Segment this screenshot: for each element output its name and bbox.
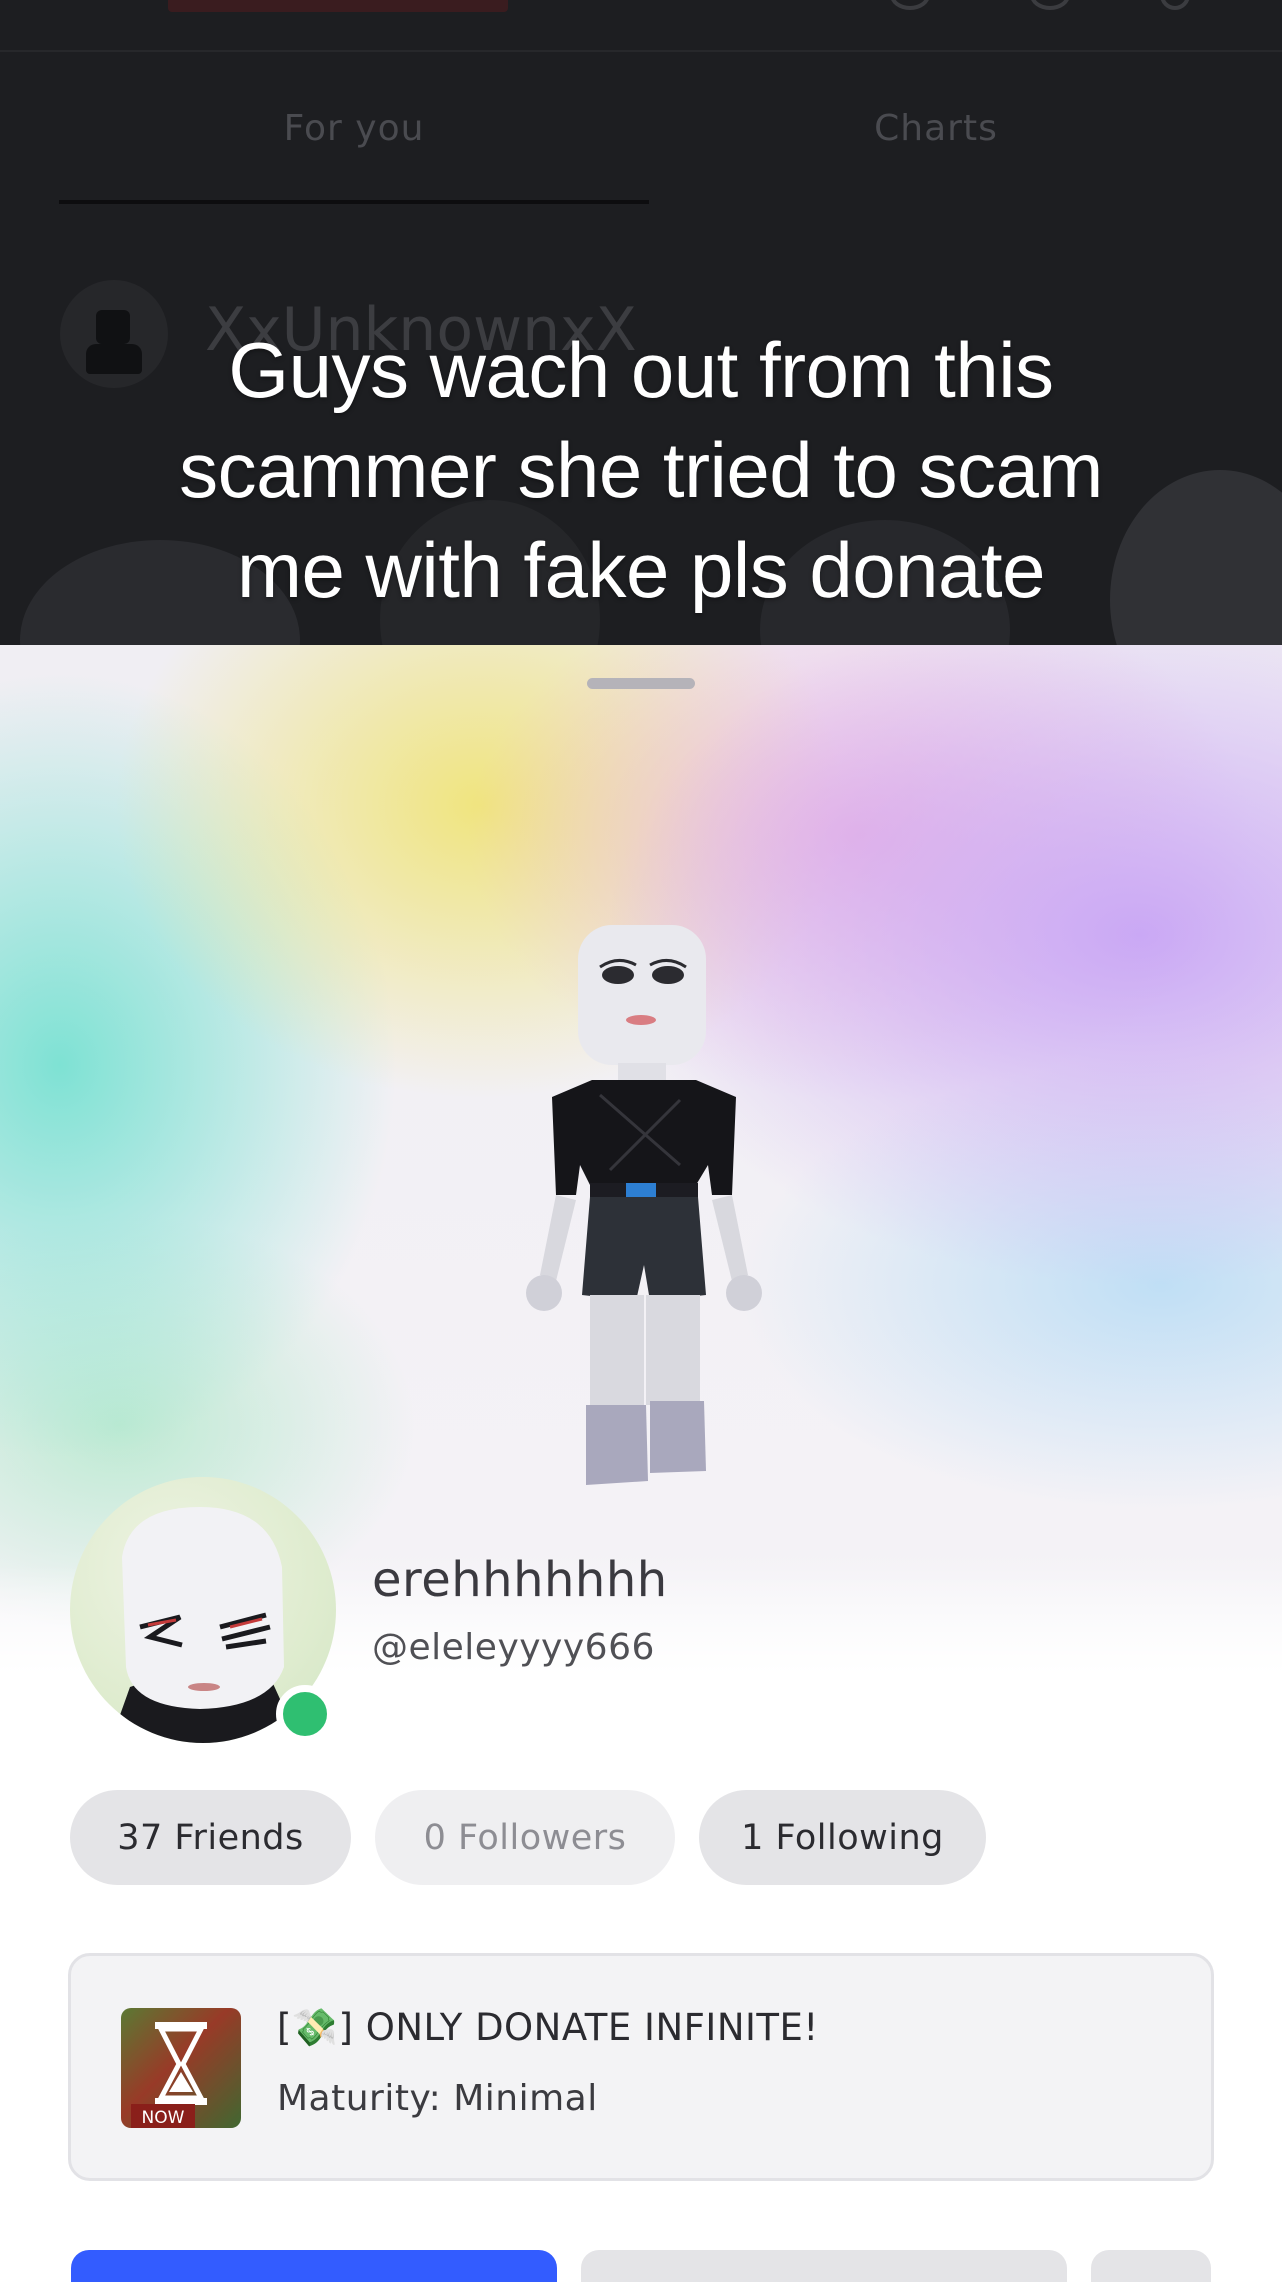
hourglass-icon: NOW <box>121 2008 241 2128</box>
friends-count-button[interactable]: 37 Friends <box>70 1790 351 1885</box>
profile-sheet: erehhhhhhh @eleleyyyy666 37 Friends 0 Fo… <box>0 645 1282 2282</box>
experience-maturity: Maturity: Minimal <box>277 2078 598 2119</box>
app-logo <box>168 0 508 12</box>
avatar-figure-illustration <box>526 925 762 1485</box>
caption-line: me with fake pls donate <box>237 526 1045 614</box>
tab-selected-indicator <box>59 200 649 204</box>
caption-line: scammer she tried to scam <box>179 426 1103 514</box>
shield-icon[interactable] <box>1030 0 1070 10</box>
notification-icon[interactable] <box>1160 0 1190 10</box>
thumbnail-badge: NOW <box>142 2108 185 2128</box>
following-count-button[interactable]: 1 Following <box>699 1790 986 1885</box>
search-icon[interactable] <box>890 0 930 10</box>
avatar-3d-figure[interactable] <box>500 925 790 1625</box>
more-options-button[interactable] <box>1091 2250 1211 2282</box>
topbar-divider <box>0 50 1282 52</box>
experience-thumbnail: NOW <box>121 2008 241 2128</box>
video-caption: Guys wach out from this scammer she trie… <box>0 320 1282 620</box>
caption-line: Guys wach out from this <box>228 326 1054 414</box>
tab-for-you[interactable]: For you <box>74 108 634 149</box>
join-button[interactable] <box>71 2250 557 2282</box>
add-friend-button[interactable] <box>581 2250 1067 2282</box>
followers-count-button[interactable]: 0 Followers <box>375 1790 675 1885</box>
sheet-drag-handle[interactable] <box>587 678 695 689</box>
profile-display-name: erehhhhhhh <box>372 1552 668 1608</box>
online-status-indicator <box>276 1685 334 1743</box>
current-experience-card[interactable]: NOW [💸] ONLY DONATE INFINITE! Maturity: … <box>68 1953 1214 2181</box>
tab-charts[interactable]: Charts <box>656 108 1216 149</box>
experience-title: [💸] ONLY DONATE INFINITE! <box>277 2006 819 2049</box>
profile-username: @eleleyyyy666 <box>372 1627 655 1668</box>
